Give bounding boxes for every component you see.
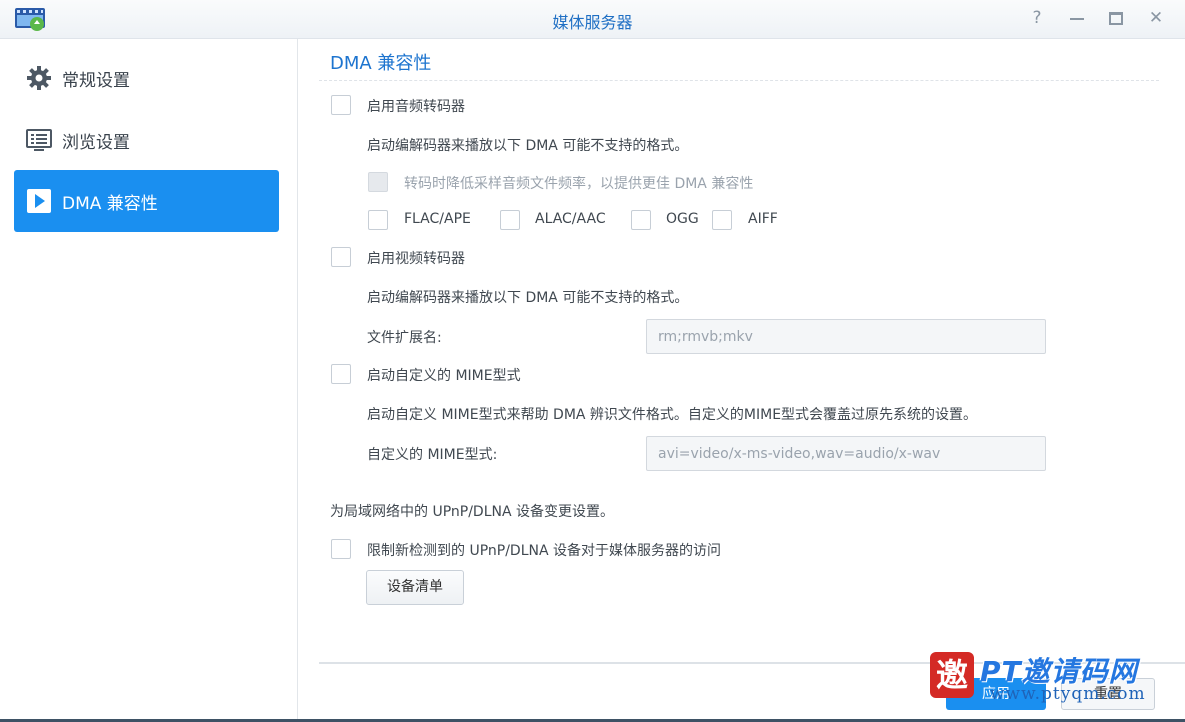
- enable-audio-transcoder-label: 启用音频转码器: [367, 99, 465, 115]
- sidebar-item-dma-compatibility[interactable]: DMA 兼容性: [14, 170, 279, 232]
- section-title: DMA 兼容性: [330, 53, 432, 74]
- reset-button[interactable]: 重置: [1061, 678, 1155, 710]
- format-alac-aac-checkbox[interactable]: [500, 210, 520, 230]
- minimize-button[interactable]: [1066, 8, 1088, 28]
- mime-description: 启动自定义 MIME型式来帮助 DMA 辨识文件格式。自定义的MIME型式会覆盖…: [367, 407, 978, 423]
- close-icon: ✕: [1148, 8, 1164, 28]
- enable-custom-mime-checkbox[interactable]: [331, 364, 351, 384]
- format-ogg-checkbox[interactable]: [631, 210, 651, 230]
- format-aiff-label: AIFF: [748, 211, 778, 227]
- window-title: 媒体服务器: [552, 13, 633, 32]
- video-description: 启动编解码器来播放以下 DMA 可能不支持的格式。: [367, 290, 689, 306]
- restrict-new-devices-label: 限制新检测到的 UPnP/DLNA 设备对于媒体服务器的访问: [367, 543, 722, 559]
- format-flac-ape-checkbox[interactable]: [368, 210, 388, 230]
- format-alac-aac-label: ALAC/AAC: [535, 211, 606, 227]
- sidebar-item-label: DMA 兼容性: [62, 194, 158, 214]
- format-aiff-checkbox[interactable]: [712, 210, 732, 230]
- help-icon: ?: [1032, 8, 1042, 28]
- footer-divider: [319, 662, 1185, 664]
- enable-audio-transcoder-checkbox[interactable]: [331, 95, 351, 115]
- audio-description: 启动编解码器来播放以下 DMA 可能不支持的格式。: [367, 138, 689, 154]
- sidebar-item-label: 浏览设置: [62, 133, 130, 153]
- enable-custom-mime-label: 启动自定义的 MIME型式: [367, 368, 521, 384]
- sidebar-item-general[interactable]: 常规设置: [14, 47, 279, 109]
- close-button[interactable]: ✕: [1145, 8, 1167, 28]
- sidebar: 常规设置 浏览设置 DMA 兼容性: [0, 39, 298, 722]
- play-icon: [26, 188, 52, 214]
- minimize-icon: [1070, 18, 1084, 20]
- gear-icon: [26, 65, 52, 91]
- apply-button[interactable]: 应用: [946, 678, 1046, 710]
- maximize-button[interactable]: [1105, 8, 1127, 28]
- title-bar: 媒体服务器 ? ✕: [0, 0, 1185, 39]
- downsample-label: 转码时降低采样音频文件频率，以提供更佳 DMA 兼容性: [404, 176, 754, 192]
- sidebar-item-label: 常规设置: [62, 71, 130, 91]
- restrict-new-devices-checkbox[interactable]: [331, 539, 351, 559]
- format-flac-ape-label: FLAC/APE: [404, 211, 471, 227]
- file-extension-input[interactable]: [646, 319, 1046, 354]
- section-divider: [319, 80, 1159, 81]
- enable-video-transcoder-checkbox[interactable]: [331, 247, 351, 267]
- help-button[interactable]: ?: [1026, 8, 1048, 28]
- custom-mime-input[interactable]: [646, 436, 1046, 471]
- format-ogg-label: OGG: [666, 211, 699, 227]
- list-icon: [26, 127, 52, 153]
- device-list-button[interactable]: 设备清单: [366, 570, 464, 605]
- file-extension-label: 文件扩展名:: [367, 330, 442, 346]
- sidebar-item-browse[interactable]: 浏览设置: [14, 109, 279, 171]
- maximize-icon: [1109, 12, 1123, 25]
- custom-mime-label: 自定义的 MIME型式:: [367, 447, 498, 463]
- enable-video-transcoder-label: 启用视频转码器: [367, 251, 465, 267]
- upnp-description: 为局域网络中的 UPnP/DLNA 设备变更设置。: [330, 504, 615, 520]
- downsample-checkbox[interactable]: [368, 172, 388, 192]
